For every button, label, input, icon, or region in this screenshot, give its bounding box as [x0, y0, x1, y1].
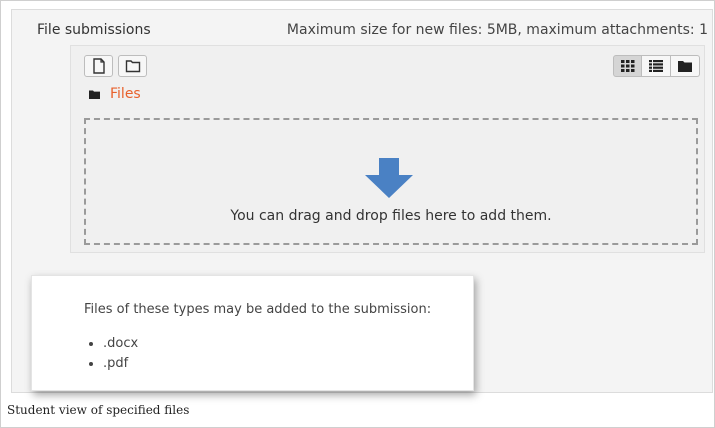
add-file-button[interactable]: [84, 55, 113, 77]
files-path-link[interactable]: Files: [110, 86, 141, 102]
list-icon: [649, 60, 663, 72]
field-header: File submissions Maximum size for new fi…: [12, 10, 712, 46]
file-icon: [92, 58, 105, 74]
list-item: .pdf: [103, 354, 138, 374]
create-folder-button[interactable]: [118, 55, 147, 77]
max-size-info: Maximum size for new files: 5MB, maximum…: [286, 22, 708, 38]
view-list-button[interactable]: [642, 55, 671, 77]
accepted-types-panel: Files of these types may be added to the…: [31, 275, 474, 391]
down-arrow-icon: [365, 158, 413, 198]
accepted-types-heading: Files of these types may be added to the…: [84, 302, 432, 317]
view-switcher: [613, 55, 700, 77]
field-label: File submissions: [37, 22, 151, 38]
list-item: .docx: [103, 334, 138, 354]
drop-zone[interactable]: You can drag and drop files here to add …: [84, 118, 698, 245]
folder-tree-icon: [678, 61, 692, 72]
view-icons-button[interactable]: [613, 55, 642, 77]
accepted-types-list: .docx .pdf: [88, 334, 138, 374]
file-picker: Files You can drag and drop files here t…: [70, 45, 705, 253]
figure-frame: File submissions Maximum size for new fi…: [0, 0, 715, 428]
grid-icon: [620, 60, 634, 72]
figure-caption: Student view of specified files: [7, 403, 190, 417]
drop-zone-text: You can drag and drop files here to add …: [230, 208, 552, 224]
path-folder: [89, 90, 100, 99]
view-tree-button[interactable]: [671, 55, 700, 77]
breadcrumb: Files: [89, 86, 141, 102]
folder-icon: [89, 90, 100, 99]
screenshot-panel: File submissions Maximum size for new fi…: [11, 9, 713, 393]
folder-outline-icon: [125, 60, 140, 73]
